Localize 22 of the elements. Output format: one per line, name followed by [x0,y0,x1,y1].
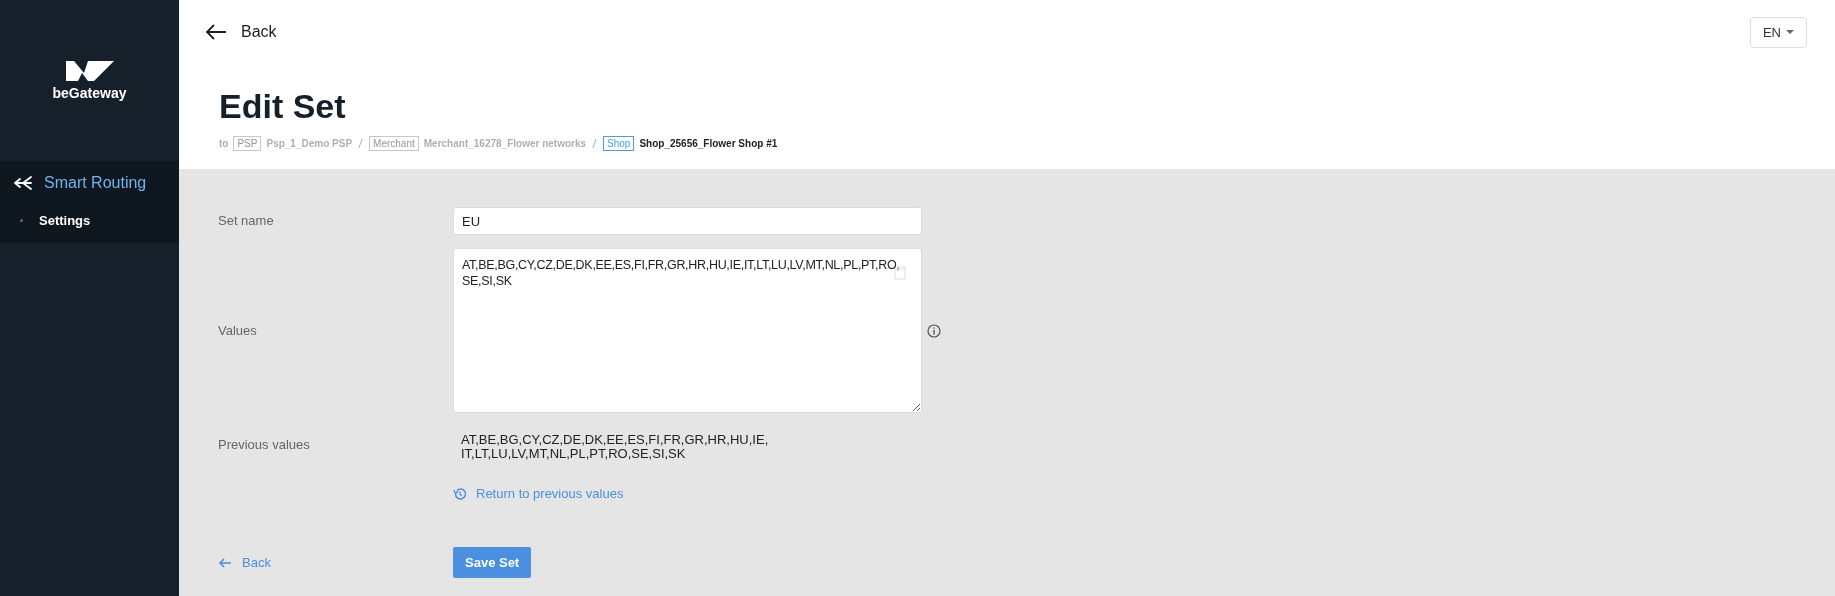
breadcrumb-prefix: to [219,138,229,149]
values-field[interactable]: AT,BE,BG,CY,CZ,DE,DK,EE,ES,FI,FR,GR,HR,HU,IE,IT,LT,LU,LV,MT,NL,PL,PT,RO,SE,SI,SK [453,248,922,413]
breadcrumb-tag: Merchant [369,136,419,151]
logo-icon [65,60,114,81]
breadcrumb-tag: Shop [603,136,635,151]
set-name-field[interactable]: EU [453,207,922,235]
routing-icon [14,175,32,191]
breadcrumb-link[interactable]: Shop_25656_Flower Shop #1 [639,138,778,149]
history-icon [453,487,467,501]
breadcrumb-tag: PSP [233,136,262,151]
back-arrow-icon [205,24,227,40]
page-title: Edit Set [219,86,347,126]
language-dropdown[interactable]: EN [1749,16,1807,48]
logo-text: beGateway [52,84,127,101]
field-label: Previous values [218,436,311,454]
field-label: Set name [218,212,275,230]
back-arrow-icon [218,557,232,568]
field-label: Values [218,321,258,340]
info-icon[interactable] [927,323,941,338]
nav-subitem[interactable]: Settings [0,205,179,235]
back-link[interactable]: Back [205,23,277,41]
previous-values-text: AT,BE,BG,CY,CZ,DE,DK,EE,ES,FI,FR,GR,HR,HU,IE, IT,LT,LU,LV,MT,NL,PL,PT,RO,SE,SI,SK [460,431,770,463]
